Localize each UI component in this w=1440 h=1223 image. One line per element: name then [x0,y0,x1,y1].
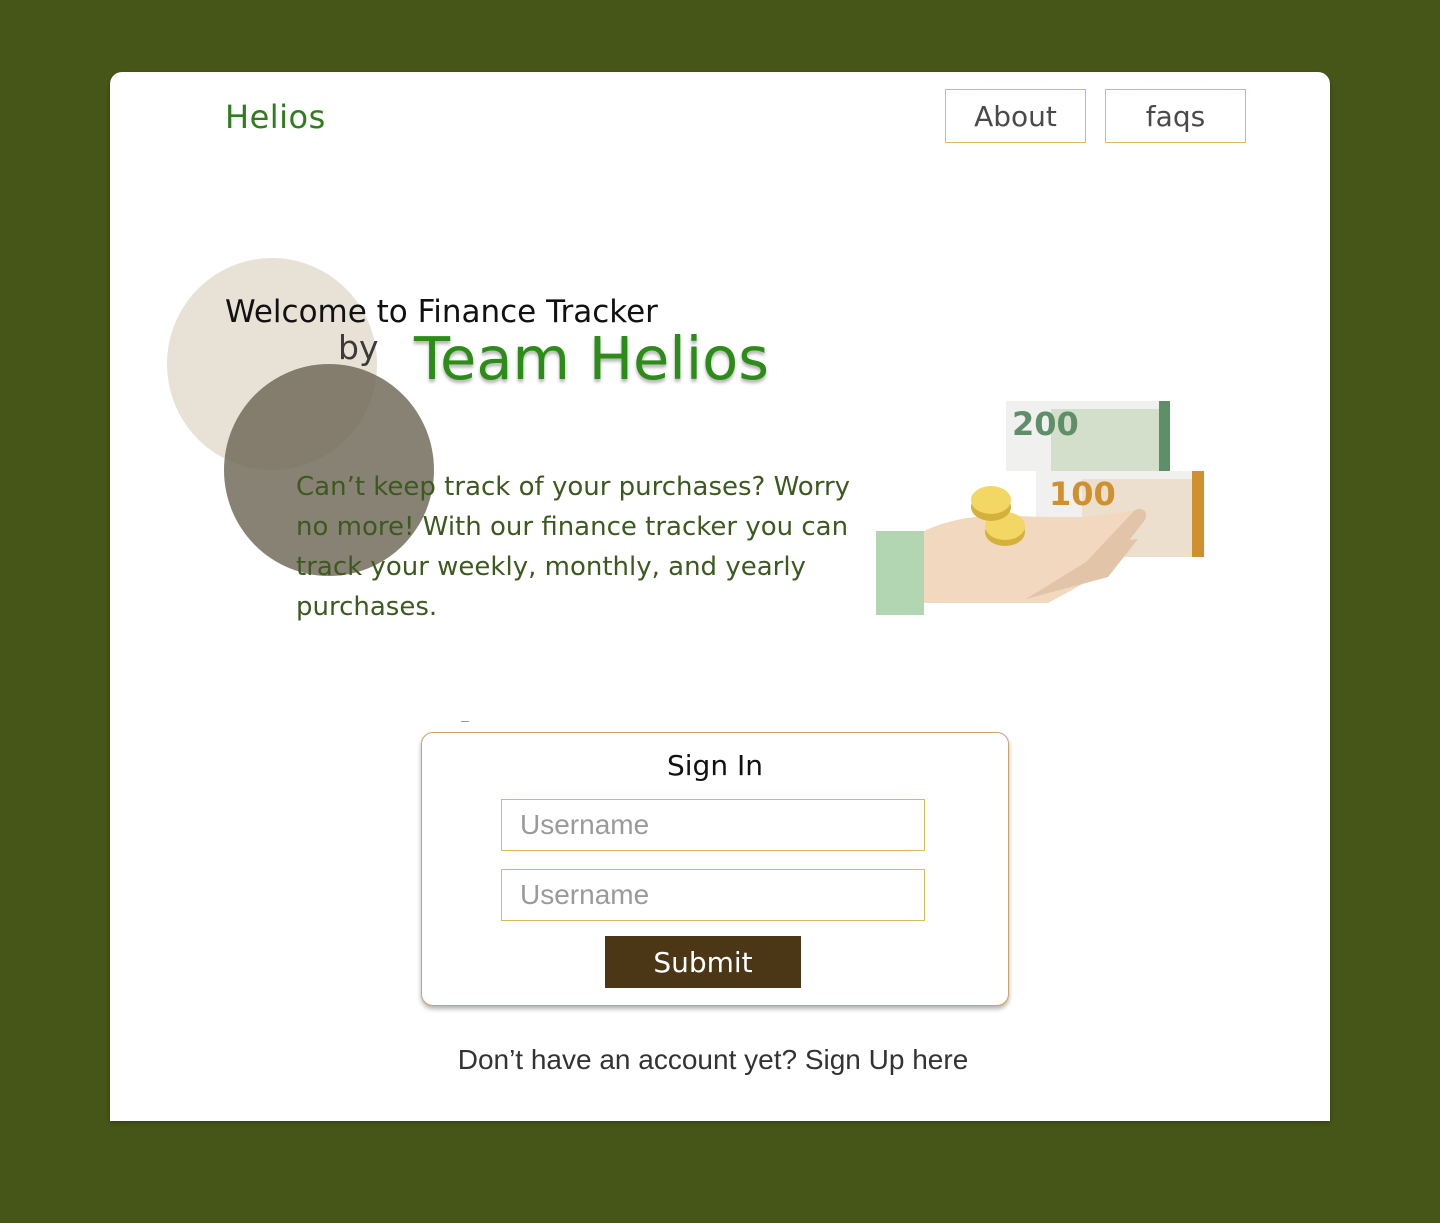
nav-about-button[interactable]: About [945,89,1086,143]
signin-form: Sign In Submit [421,732,1009,1006]
sleeve [876,531,924,615]
banknote-200-label: 200 [1012,405,1079,443]
hero-description: Can’t keep track of your purchases? Worr… [296,472,851,622]
brand-logo[interactable]: Helios [225,98,326,136]
by-label: by [338,328,379,367]
password-input[interactable] [501,869,925,921]
stray-mark [461,721,469,722]
banknote-100-label: 100 [1049,475,1116,513]
signin-title: Sign In [667,749,763,782]
money-hand-illustration: 200 100 [876,401,1204,615]
team-title: Team Helios [414,324,769,393]
nav-faqs-button[interactable]: faqs [1105,89,1246,143]
signup-link[interactable]: Don’t have an account yet? Sign Up here [110,1044,1316,1076]
username-input[interactable] [501,799,925,851]
submit-button[interactable]: Submit [605,936,801,988]
main-card: Helios About faqs Welcome to Finance Tra… [110,72,1330,1121]
